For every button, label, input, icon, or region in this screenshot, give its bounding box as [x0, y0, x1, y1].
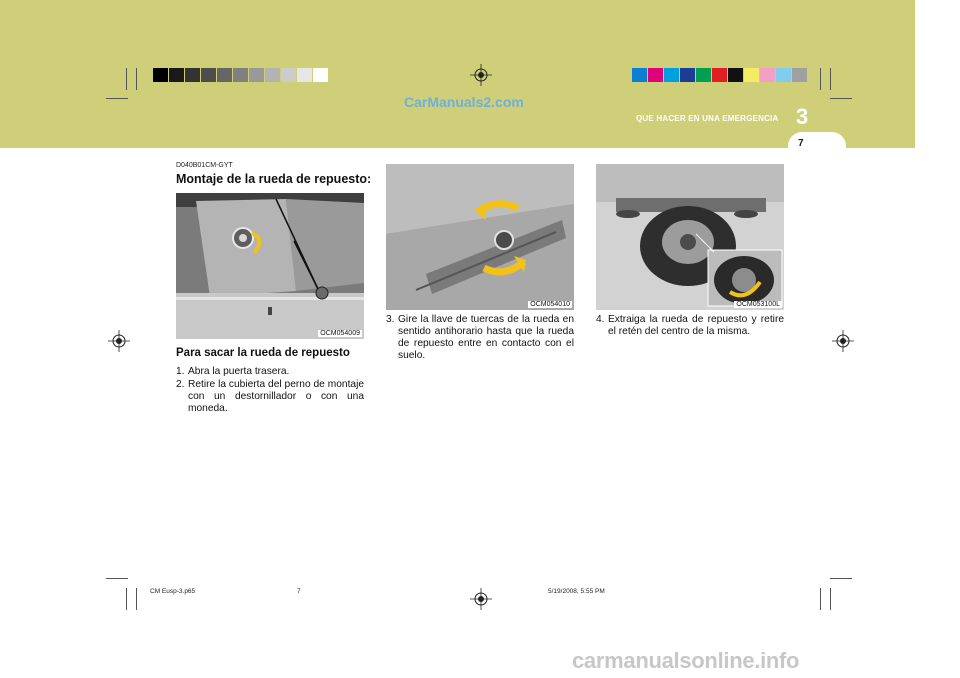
color-swatch: [632, 68, 647, 82]
color-swatch: [696, 68, 711, 82]
registration-mark-icon: [470, 64, 492, 86]
figure-caption: OCM054009: [318, 330, 362, 337]
steps-column-3: 4. Extraiga la rueda de repuesto y retire…: [596, 314, 784, 339]
step-text: Abra la puerta trasera.: [188, 366, 290, 377]
crop-mark: [136, 68, 137, 90]
color-swatch: [249, 68, 264, 82]
crop-mark: [820, 588, 821, 610]
figure-caption: OCM053100L: [734, 301, 782, 308]
cmyk-color-bar: [632, 68, 808, 82]
figure-trunk-floor: OCM054009: [176, 193, 364, 339]
spare-wheel-photo-icon: [596, 164, 784, 310]
color-swatch: [728, 68, 743, 82]
section-heading: Montaje de la rueda de repuesto:: [176, 172, 372, 186]
step-text: Gire la llave de tuercas de la rueda en …: [398, 314, 574, 361]
color-swatch: [776, 68, 791, 82]
registration-mark-icon: [832, 330, 854, 352]
color-swatch: [233, 68, 248, 82]
color-swatch: [265, 68, 280, 82]
color-swatch: [153, 68, 168, 82]
crop-mark: [106, 578, 128, 579]
color-swatch: [169, 68, 184, 82]
footer-datetime: 5/19/2008, 5:55 PM: [548, 588, 605, 595]
color-swatch: [648, 68, 663, 82]
crop-mark: [136, 588, 137, 610]
footer-page: 7: [297, 588, 301, 595]
step-number: 2.: [176, 379, 185, 390]
registration-mark-icon: [108, 330, 130, 352]
procedure-subheading: Para sacar la rueda de repuesto: [176, 347, 350, 359]
step-number: 4.: [596, 314, 605, 325]
steps-column-1: 1. Abra la puerta trasera. 2. Retire la cu…: [176, 366, 364, 416]
crop-mark: [830, 98, 852, 99]
site-watermark[interactable]: carmanualsonline.info: [572, 648, 800, 674]
footer-file: CM Eusp-3.p65: [150, 588, 196, 595]
registration-mark-icon: [470, 588, 492, 610]
crop-mark: [830, 68, 831, 90]
steps-column-2: 3. Gire la llave de tuercas de la rueda e…: [386, 314, 574, 363]
page-number: 7: [798, 138, 804, 149]
section-title: QUE HACER EN UNA EMERGENCIA: [636, 114, 779, 123]
crop-mark: [106, 98, 128, 99]
color-swatch: [297, 68, 312, 82]
watermark-link[interactable]: CarManuals2.com: [404, 94, 524, 110]
figure-wheel-wrench: OCM054010: [386, 164, 574, 310]
figure-caption: OCM054010: [528, 301, 572, 308]
figure-spare-wheel: OCM053100L: [596, 164, 784, 310]
crop-mark: [830, 588, 831, 610]
crop-mark: [830, 578, 852, 579]
color-swatch: [712, 68, 727, 82]
step-item: 3. Gire la llave de tuercas de la rueda e…: [386, 314, 574, 362]
crop-mark: [126, 68, 127, 90]
chapter-number: 3: [796, 104, 809, 129]
step-item: 2. Retire la cubierta del perno de montaj…: [176, 379, 364, 415]
step-text: Extraiga la rueda de repuesto y retire e…: [608, 314, 784, 337]
wheel-wrench-rotate-photo-icon: [386, 164, 574, 310]
step-item: 1. Abra la puerta trasera.: [176, 366, 364, 378]
color-swatch: [201, 68, 216, 82]
color-swatch: [744, 68, 759, 82]
color-swatch: [664, 68, 679, 82]
color-swatch: [313, 68, 328, 82]
color-swatch: [217, 68, 232, 82]
grayscale-color-bar: [153, 68, 329, 82]
step-number: 3.: [386, 314, 395, 325]
page-number-tab: [788, 132, 846, 160]
step-item: 4. Extraiga la rueda de repuesto y retire…: [596, 314, 784, 338]
color-swatch: [281, 68, 296, 82]
color-swatch: [760, 68, 775, 82]
color-swatch: [680, 68, 695, 82]
color-swatch: [185, 68, 200, 82]
step-number: 1.: [176, 366, 185, 377]
step-text: Retire la cubierta del perno de montaje …: [188, 379, 364, 414]
trunk-floor-bolt-photo-icon: [176, 193, 364, 339]
color-swatch: [792, 68, 807, 82]
crop-mark: [820, 68, 821, 90]
crop-mark: [126, 588, 127, 610]
section-code: D040B01CM-GYT: [176, 162, 233, 169]
